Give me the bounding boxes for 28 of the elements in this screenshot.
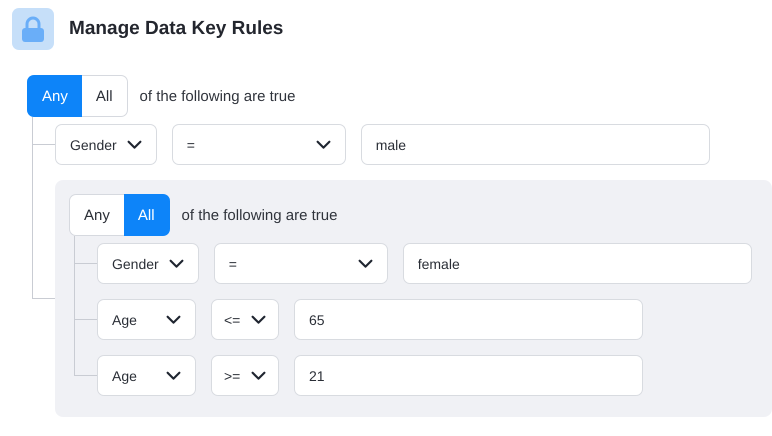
- value-field[interactable]: 21: [294, 355, 643, 396]
- chevron-down-icon: [251, 370, 266, 380]
- group-caption: of the following are true: [140, 88, 296, 104]
- match-toggle[interactable]: All: [124, 194, 170, 236]
- chevron-down-icon: [251, 314, 266, 324]
- match-toggle[interactable]: Any: [69, 194, 124, 236]
- operator-dropdown[interactable]: =: [214, 243, 388, 284]
- field-dropdown[interactable]: Age: [97, 299, 196, 340]
- value-field[interactable]: male: [360, 124, 710, 165]
- operator-dropdown[interactable]: <=: [211, 299, 279, 340]
- value-field[interactable]: female: [402, 243, 752, 284]
- page-title: Manage Data Key Rules: [69, 18, 284, 40]
- operator-dropdown[interactable]: >=: [211, 355, 279, 396]
- chevron-down-icon: [168, 258, 184, 268]
- value-field[interactable]: 65: [294, 299, 643, 340]
- field-dropdown[interactable]: Gender: [55, 124, 157, 165]
- chevron-down-icon: [166, 314, 181, 324]
- group-caption: of the following are true: [182, 206, 338, 224]
- chevron-down-icon: [316, 140, 331, 150]
- chevron-down-icon: [126, 140, 142, 150]
- match-toggle[interactable]: All: [82, 75, 128, 117]
- lock-icon: [12, 8, 54, 50]
- chevron-down-icon: [358, 258, 373, 268]
- chevron-down-icon: [166, 370, 181, 380]
- match-toggle[interactable]: Any: [27, 75, 82, 117]
- field-dropdown[interactable]: Age: [97, 355, 196, 396]
- operator-dropdown[interactable]: =: [172, 124, 346, 165]
- field-dropdown[interactable]: Gender: [97, 243, 199, 284]
